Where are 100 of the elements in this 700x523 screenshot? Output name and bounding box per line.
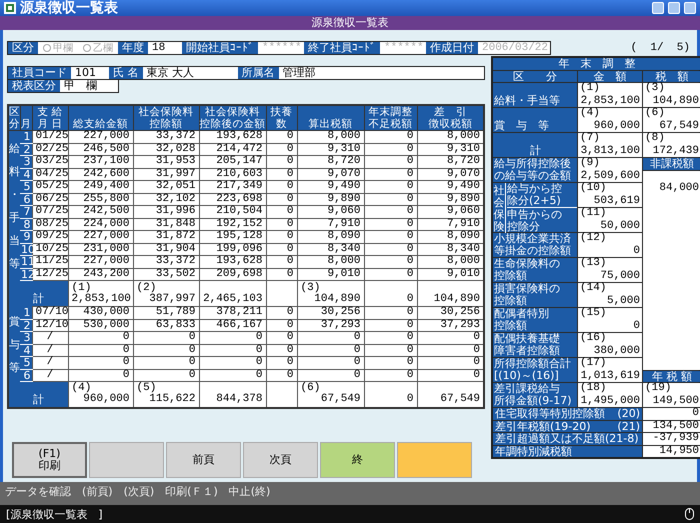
table-cell: 04/25 [32, 168, 68, 180]
function-button[interactable]: (F1) 印刷 [12, 442, 87, 478]
table-cell: 33,372 [133, 256, 199, 268]
row-label: 年調特別減税額 [495, 446, 572, 457]
function-button[interactable]: 次頁 [243, 442, 318, 478]
table-cell: 31,953 [133, 156, 199, 168]
amount-cell: (12) 0 [578, 233, 642, 257]
table-cell: 0 [297, 332, 364, 344]
table-cell: 9,010 [417, 268, 484, 280]
table-cell: 9,490 [417, 180, 484, 193]
table-cell: 2,465,103 [199, 280, 266, 306]
column-header: 控除後の金額 [200, 118, 266, 130]
column-header: 扶養 [270, 106, 294, 118]
table-cell: 210,504 [199, 206, 266, 218]
screen-title: 源泉徴収一覧表 [0, 16, 700, 30]
row-number: 5 [20, 180, 32, 193]
table-cell: / [32, 332, 68, 344]
table-cell: 0 [364, 356, 417, 369]
row-label: 計 [530, 145, 541, 157]
table-cell: 07/10 [32, 306, 68, 319]
amount-cell: 14,950 [643, 446, 700, 457]
amount-cell: 84,000 [643, 170, 700, 370]
table-cell: (1) 2,853,100 [68, 280, 133, 306]
column-header: 金 額 [578, 70, 642, 82]
amount-cell: (11) 50,000 [578, 208, 642, 232]
hint-text: データを確認 (前頁) (次頁) 印刷(Ｆ１) 中止(終) [0, 482, 700, 505]
column-header: 区 [9, 106, 20, 118]
table-cell: 0 [364, 306, 417, 319]
maximize-button[interactable] [668, 2, 680, 14]
table-cell: 227,000 [68, 256, 133, 268]
table-cell: 37,293 [297, 319, 364, 332]
section-label: 賞与等 [9, 314, 20, 376]
table-cell: 0 [133, 356, 199, 369]
table-cell: 0 [364, 143, 417, 156]
table-cell: 195,128 [199, 230, 266, 243]
row-label: 住宅取得等特別控除額 [495, 408, 605, 420]
table-cell: 11/25 [32, 256, 68, 268]
table-cell: 12/10 [32, 319, 68, 332]
table-cell: 08/25 [32, 218, 68, 230]
table-cell: 8,000 [417, 130, 484, 143]
row-label: 差引課税給与 [494, 383, 560, 395]
row-number: 2 [20, 143, 32, 156]
table-cell: 9,890 [417, 193, 484, 206]
row-number: 3 [20, 332, 32, 344]
table-cell: 0 [266, 180, 297, 193]
table-cell: 9,310 [417, 143, 484, 156]
table-cell: 223,698 [199, 193, 266, 206]
amount-cell: (1) 2,853,100 [578, 83, 642, 107]
table-cell: 0 [364, 206, 417, 218]
table-cell: 30,256 [297, 306, 364, 319]
table-cell: 0 [364, 130, 417, 143]
column-header: 月 [20, 118, 32, 130]
table-cell: 33,502 [133, 268, 199, 280]
table-cell: 0 [68, 332, 133, 344]
minimize-button[interactable] [652, 2, 664, 14]
table-cell: 0 [417, 344, 484, 356]
table-cell: 0 [199, 356, 266, 369]
table-cell: (4) 960,000 [68, 382, 133, 408]
table-cell: (2) 387,997 [133, 280, 199, 306]
amount-cell: (17) 1,013,619 [578, 358, 642, 382]
row-label: 差引年税額(19-20) [495, 420, 591, 432]
function-button[interactable]: 終 [320, 442, 395, 478]
table-cell: 227,000 [68, 230, 133, 243]
column-header: 控除額 [148, 118, 184, 130]
table-cell: 33,372 [133, 130, 199, 143]
row-label: 除分(2+5) [507, 195, 562, 207]
row-number: 9 [20, 230, 32, 243]
table-cell: 199,096 [199, 243, 266, 256]
section-label: 給料・手当等 [9, 140, 20, 272]
table-cell: 67,549 [417, 382, 484, 408]
table-cell: 227,000 [68, 130, 133, 143]
function-button[interactable]: 前頁 [166, 442, 241, 478]
row-number: 3 [20, 156, 32, 168]
table-cell: 209,698 [199, 268, 266, 280]
row-number: 4 [20, 168, 32, 180]
table-cell: 0 [133, 344, 199, 356]
table-cell: 0 [68, 369, 133, 382]
table-cell: 0 [266, 156, 297, 168]
table-cell: 9,890 [297, 193, 364, 206]
table-cell: 09/25 [32, 230, 68, 243]
table-cell: 0 [364, 230, 417, 243]
amount-cell: (8) 172,439 [643, 133, 700, 157]
table-cell: 32,102 [133, 193, 199, 206]
table-cell: / [32, 356, 68, 369]
column-header: 年末調整 [368, 106, 414, 118]
table-cell: 9,490 [297, 180, 364, 193]
table-cell: 0 [199, 369, 266, 382]
table-cell: 242,600 [68, 168, 133, 180]
table-cell: 0 [133, 369, 199, 382]
table-cell: 0 [364, 319, 417, 332]
close-button[interactable] [684, 2, 696, 14]
blank-button[interactable] [397, 442, 472, 478]
table-cell: 01/25 [32, 130, 68, 143]
table-cell: 0 [266, 206, 297, 218]
row-number: 6 [20, 193, 32, 206]
panel-title: 年 末 調 整 [493, 58, 700, 70]
total-label: 計 [8, 382, 68, 408]
blank-button[interactable] [89, 442, 164, 478]
table-cell: 51,789 [133, 306, 199, 319]
amount-cell: (15) 0 [578, 308, 642, 332]
